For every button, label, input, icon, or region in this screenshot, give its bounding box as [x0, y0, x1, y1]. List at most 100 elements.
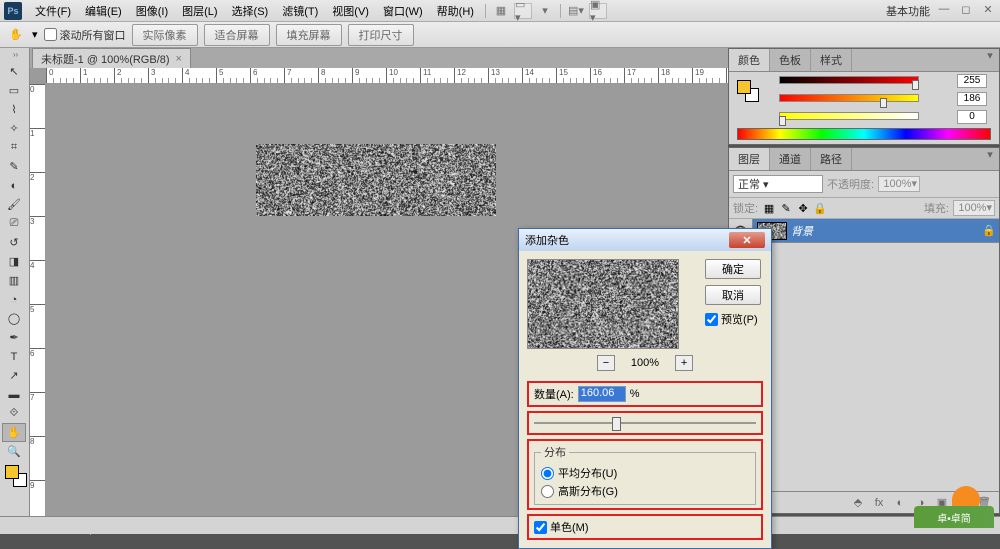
- panel-menu-icon[interactable]: ▾: [981, 148, 999, 170]
- restore-icon[interactable]: ◻: [956, 2, 976, 16]
- dialog-preview[interactable]: [527, 259, 679, 349]
- tab-color[interactable]: 颜色: [729, 49, 770, 71]
- menu-file[interactable]: 文件(F): [28, 1, 78, 21]
- document-tab[interactable]: 未标题-1 @ 100%(RGB/8) ×: [32, 48, 191, 68]
- fx-icon[interactable]: fx: [870, 495, 888, 511]
- path-tool[interactable]: ↗: [2, 366, 26, 385]
- mask-icon[interactable]: ◐: [891, 495, 909, 511]
- lasso-tool[interactable]: ⌇: [2, 100, 26, 119]
- opacity-input[interactable]: 100%▾: [878, 176, 920, 192]
- color-ramp[interactable]: [737, 128, 991, 140]
- shape-tool[interactable]: ▬: [2, 385, 26, 404]
- uniform-radio[interactable]: 平均分布(U): [541, 464, 749, 482]
- fill-input[interactable]: 100%▾: [953, 200, 995, 216]
- lock-all-icon[interactable]: 🔒: [813, 201, 827, 215]
- panel-menu-icon[interactable]: ▾: [981, 49, 999, 71]
- print-size-button[interactable]: 打印尺寸: [348, 24, 414, 46]
- zoom-in-button[interactable]: +: [675, 355, 693, 371]
- slider-g[interactable]: [779, 94, 919, 104]
- tab-close-icon[interactable]: ×: [176, 53, 182, 65]
- blend-mode-select[interactable]: 正常 ▾: [733, 175, 823, 193]
- type-tool[interactable]: T: [2, 347, 26, 366]
- dodge-tool[interactable]: ◯: [2, 309, 26, 328]
- wand-tool[interactable]: ✧: [2, 119, 26, 138]
- preview-checkbox[interactable]: 预览(P): [705, 311, 761, 327]
- blur-tool[interactable]: ◔: [2, 290, 26, 309]
- zoom-level-icon[interactable]: ▾: [536, 3, 554, 19]
- marquee-tool[interactable]: ▭: [2, 81, 26, 100]
- document-canvas: [256, 144, 496, 216]
- distribution-legend: 分布: [541, 444, 569, 460]
- menu-window[interactable]: 窗口(W): [376, 1, 430, 21]
- lock-label: 锁定:: [733, 200, 758, 216]
- ruler-vertical: 012345678910: [30, 84, 46, 516]
- dialog-titlebar[interactable]: 添加杂色 ✕: [519, 229, 771, 251]
- panel-color-swatch[interactable]: [737, 80, 759, 102]
- 3d-tool[interactable]: ⟐: [2, 404, 26, 423]
- value-r[interactable]: 255: [957, 74, 987, 88]
- amount-input[interactable]: 160.06: [578, 386, 626, 402]
- amount-field: 数量(A): 160.06 %: [527, 381, 763, 407]
- history-brush-tool[interactable]: ↺: [2, 233, 26, 252]
- menu-help[interactable]: 帮助(H): [430, 1, 481, 21]
- hand-tool[interactable]: ✋: [2, 423, 26, 442]
- lock-position-icon[interactable]: ✥: [796, 201, 810, 215]
- app-status-bar: [0, 516, 1000, 534]
- value-g[interactable]: 186: [957, 92, 987, 106]
- view-extras-icon[interactable]: ▭ ▾: [514, 3, 532, 19]
- scroll-all-windows-checkbox[interactable]: 滚动所有窗口: [44, 27, 126, 43]
- fill-label: 填充:: [924, 200, 949, 216]
- healing-tool[interactable]: ◐: [2, 176, 26, 195]
- link-icon[interactable]: ⬘: [849, 495, 867, 511]
- menu-layer[interactable]: 图层(L): [175, 1, 224, 21]
- minimize-icon[interactable]: —: [934, 2, 954, 16]
- actual-pixels-button[interactable]: 实际像素: [132, 24, 198, 46]
- ruler-horizontal: 01234567891011121314151617181920: [46, 68, 728, 84]
- menu-select[interactable]: 选择(S): [225, 1, 276, 21]
- lock-transparency-icon[interactable]: ▦: [762, 201, 776, 215]
- tab-paths[interactable]: 路径: [811, 148, 852, 170]
- dialog-close-icon[interactable]: ✕: [729, 232, 765, 248]
- slider-r[interactable]: [779, 76, 919, 86]
- pen-tool[interactable]: ✒: [2, 328, 26, 347]
- move-tool[interactable]: ↖: [2, 62, 26, 81]
- lock-pixels-icon[interactable]: ✎: [779, 201, 793, 215]
- screen-mode-icon[interactable]: ▣ ▾: [589, 3, 607, 19]
- arrange-icon[interactable]: ▤▾: [567, 3, 585, 19]
- slider-b[interactable]: [779, 112, 919, 122]
- menu-edit[interactable]: 编辑(E): [78, 1, 129, 21]
- crop-tool[interactable]: ⌗: [2, 138, 26, 157]
- hand-tool-icon[interactable]: ✋: [6, 25, 26, 45]
- tab-swatches[interactable]: 色板: [770, 49, 811, 71]
- tab-styles[interactable]: 样式: [811, 49, 852, 71]
- ok-button[interactable]: 确定: [705, 259, 761, 279]
- amount-slider[interactable]: [534, 415, 756, 431]
- menu-image[interactable]: 图像(I): [129, 1, 175, 21]
- fill-screen-button[interactable]: 填充屏幕: [276, 24, 342, 46]
- opacity-label: 不透明度:: [827, 176, 874, 192]
- dropdown-icon[interactable]: ▾: [32, 28, 38, 41]
- bridge-icon[interactable]: ▦: [492, 3, 510, 19]
- toolbox-toggle-icon[interactable]: ››: [4, 50, 28, 60]
- gradient-tool[interactable]: ▥: [2, 271, 26, 290]
- eraser-tool[interactable]: ◨: [2, 252, 26, 271]
- zoom-out-button[interactable]: −: [597, 355, 615, 371]
- gaussian-radio[interactable]: 高斯分布(G): [541, 482, 749, 500]
- layer-name[interactable]: 背景: [791, 223, 979, 239]
- eyedropper-tool[interactable]: ✎: [2, 157, 26, 176]
- fit-screen-button[interactable]: 适合屏幕: [204, 24, 270, 46]
- color-swatch[interactable]: [5, 465, 27, 487]
- value-b[interactable]: 0: [957, 110, 987, 124]
- tab-layers[interactable]: 图层: [729, 148, 770, 170]
- close-icon[interactable]: ✕: [978, 2, 998, 16]
- brush-tool[interactable]: 🖌: [2, 195, 26, 214]
- tab-channels[interactable]: 通道: [770, 148, 811, 170]
- monochrome-checkbox[interactable]: 单色(M): [534, 519, 589, 535]
- zoom-tool[interactable]: 🔍: [2, 442, 26, 461]
- distribution-field: 分布 平均分布(U) 高斯分布(G): [527, 439, 763, 510]
- stamp-tool[interactable]: ⎚: [2, 214, 26, 233]
- cancel-button[interactable]: 取消: [705, 285, 761, 305]
- menu-filter[interactable]: 滤镜(T): [275, 1, 325, 21]
- zoom-value: 100%: [631, 357, 659, 369]
- menu-view[interactable]: 视图(V): [325, 1, 376, 21]
